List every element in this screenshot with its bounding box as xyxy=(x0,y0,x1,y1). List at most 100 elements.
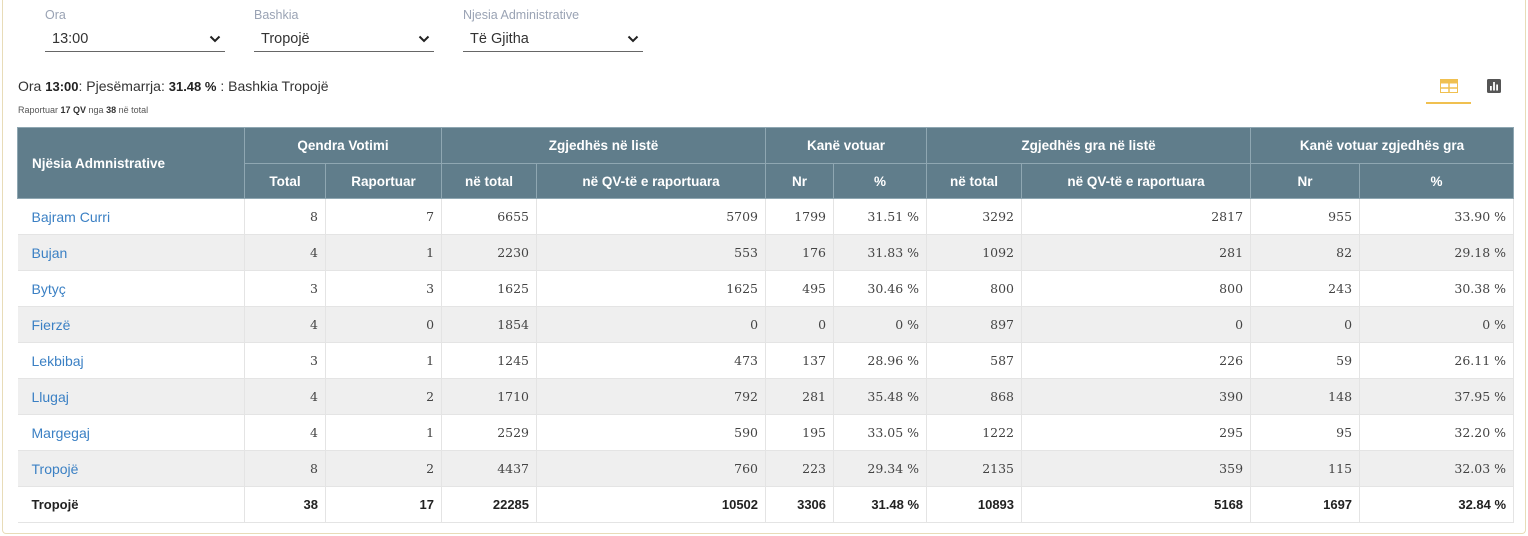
table-cell: 5709 xyxy=(536,198,767,235)
unit-link[interactable]: Fierzë xyxy=(17,306,245,343)
table-cell: 59 xyxy=(1250,342,1361,379)
unit-link[interactable]: Tropojë xyxy=(17,450,245,487)
table-cell: 3306 xyxy=(765,486,835,523)
table-cell: 6655 xyxy=(441,198,538,235)
filter-ora: Ora 13:00 xyxy=(45,8,225,52)
total-row: Tropojë 38 17 22285 10502 3306 31.48 % 10893 516… xyxy=(17,486,1515,523)
bar-chart-icon xyxy=(1487,79,1501,93)
summary-percent: 31.48 % xyxy=(168,79,217,94)
table-cell: 1799 xyxy=(765,198,835,235)
summary-time: 13:00 xyxy=(45,79,79,94)
table-cell: 281 xyxy=(765,378,835,415)
table-cell: 1854 xyxy=(441,306,538,343)
table-cell: 31.51 % xyxy=(833,198,928,235)
reported-prefix: Raportuar xyxy=(18,105,61,115)
table-cell: 26.11 % xyxy=(1359,342,1515,379)
table-cell: 2230 xyxy=(441,234,538,271)
table-cell: 1222 xyxy=(926,414,1023,451)
table-cell: 30.38 % xyxy=(1359,270,1515,307)
column-header-centers: Qendra Votimi xyxy=(243,127,443,164)
summary-suffix: : Bashkia Tropojë xyxy=(216,78,329,94)
table-cell: 0 xyxy=(1021,306,1252,343)
results-table: Njësia Admnistrative Qendra Votimi Zgjed… xyxy=(17,127,1515,523)
sub-header-cell: % xyxy=(833,163,928,199)
reported-suffix: në total xyxy=(116,105,149,115)
table-cell: 33.05 % xyxy=(833,414,928,451)
unit-link[interactable]: Llugaj xyxy=(17,378,245,415)
table-cell: 800 xyxy=(1021,270,1252,307)
filter-bashkia-label: Bashkia xyxy=(254,8,299,22)
sub-header-cell: Raportuar xyxy=(324,163,443,199)
unit-link[interactable]: Lekbibaj xyxy=(17,342,245,379)
table-cell: 8 xyxy=(244,450,326,487)
table-cell: 226 xyxy=(1021,342,1252,379)
table-row: Bujan 4 1 2230 553 176 31.83 % 1092 281 82 29.18 % xyxy=(17,234,1515,271)
bashkia-select[interactable]: Tropojë xyxy=(254,26,434,52)
table-cell: 2135 xyxy=(926,450,1023,487)
table-cell: 32.84 % xyxy=(1359,486,1515,523)
table-cell: 760 xyxy=(536,450,767,487)
sub-header-cell: në QV-të e raportuara xyxy=(536,163,767,199)
table-cell: 800 xyxy=(926,270,1023,307)
table-cell: 2817 xyxy=(1021,198,1252,235)
chart-view-button[interactable] xyxy=(1474,70,1514,102)
table-cell: 3 xyxy=(325,270,443,307)
table-cell: 281 xyxy=(1021,234,1252,271)
table-row: Bytyç 3 3 1625 1625 495 30.46 % 800 800 243 30.38 … xyxy=(17,270,1515,307)
sub-header-cell: Total xyxy=(244,163,326,199)
njesia-select[interactable]: Të Gjitha xyxy=(463,26,643,52)
njesia-select-value: Të Gjitha xyxy=(470,31,529,47)
table-cell: 38 xyxy=(244,486,326,523)
table-cell: 0 xyxy=(765,306,835,343)
bashkia-select-value: Tropojë xyxy=(261,31,310,47)
unit-link[interactable]: Bajram Curri xyxy=(17,198,245,235)
table-cell: 359 xyxy=(1021,450,1252,487)
table-cell: 1625 xyxy=(536,270,767,307)
table-cell: 7 xyxy=(325,198,443,235)
column-header-voted: Kanë votuar xyxy=(765,127,928,164)
table-cell: 115 xyxy=(1250,450,1361,487)
table-row: Margegaj 4 1 2529 590 195 33.05 % 1222 295 95 32.2… xyxy=(17,414,1515,451)
table-cell: 31.48 % xyxy=(833,486,928,523)
ora-select-value: 13:00 xyxy=(52,31,89,47)
table-cell: 1625 xyxy=(441,270,538,307)
table-cell: 2 xyxy=(325,378,443,415)
table-cell: 10893 xyxy=(926,486,1023,523)
table-cell: 390 xyxy=(1021,378,1252,415)
table-view-button[interactable] xyxy=(1426,70,1471,104)
table-cell: 195 xyxy=(765,414,835,451)
chevron-down-icon xyxy=(418,35,430,43)
unit-link[interactable]: Margegaj xyxy=(17,414,245,451)
table-row: Tropojë 8 2 4437 760 223 29.34 % 2135 359 115 32.0… xyxy=(17,450,1515,487)
sub-header-cell: % xyxy=(1359,163,1515,199)
column-header-unit: Njësia Admnistrative xyxy=(17,127,245,199)
reported-total: 38 xyxy=(106,105,117,115)
table-cell: 1245 xyxy=(441,342,538,379)
table-cell: 495 xyxy=(765,270,835,307)
table-cell: 792 xyxy=(536,378,767,415)
table-cell: 1697 xyxy=(1250,486,1361,523)
table-cell: 0 xyxy=(1250,306,1361,343)
table-cell: 1092 xyxy=(926,234,1023,271)
table-cell: 176 xyxy=(765,234,835,271)
table-cell: 30.46 % xyxy=(833,270,928,307)
unit-link[interactable]: Bujan xyxy=(17,234,245,271)
total-label: Tropojë xyxy=(17,486,245,523)
ora-select[interactable]: 13:00 xyxy=(45,26,225,52)
filter-njesia-label: Njesia Administrative xyxy=(463,8,580,22)
table-cell: 8 xyxy=(244,198,326,235)
chevron-down-icon xyxy=(209,35,221,43)
table-cell: 4 xyxy=(244,378,326,415)
reported-summary: Raportuar 17 QV nga 38 në total xyxy=(18,105,148,115)
sub-header-cell: Nr xyxy=(1250,163,1361,199)
table-cell: 28.96 % xyxy=(833,342,928,379)
table-cell: 3 xyxy=(244,270,326,307)
unit-link[interactable]: Bytyç xyxy=(17,270,245,307)
summary-mid: : Pjesëmarrja: xyxy=(78,78,169,94)
column-header-voters: Zgjedhës në listë xyxy=(441,127,767,164)
column-header-women-voted: Kanë votuar zgjedhës gra xyxy=(1250,127,1515,164)
sub-header-cell: Nr xyxy=(765,163,835,199)
table-cell: 0 xyxy=(325,306,443,343)
table-cell: 2 xyxy=(325,450,443,487)
table-cell: 4 xyxy=(244,414,326,451)
